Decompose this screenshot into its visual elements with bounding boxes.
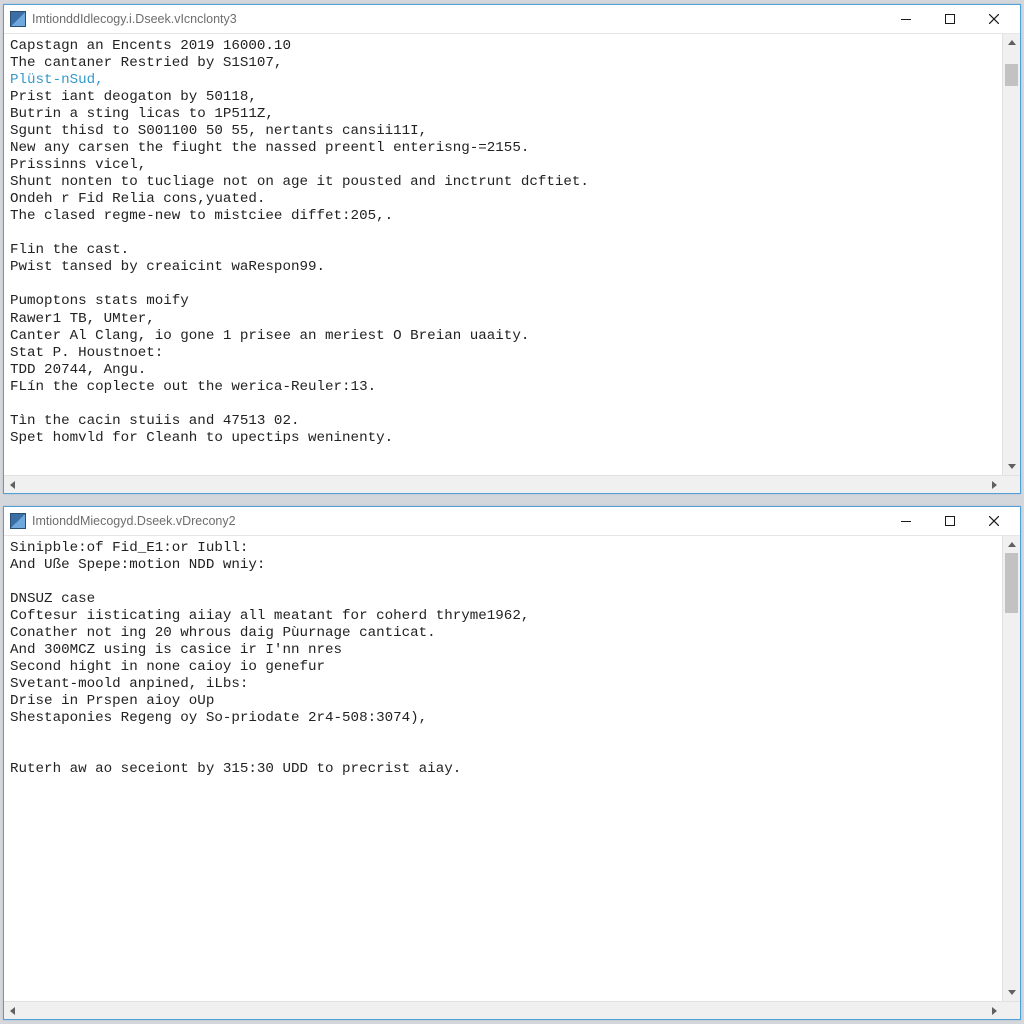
scroll-down-arrow-icon[interactable]	[1003, 458, 1020, 475]
window-title: ImtionddIdlecogy.i.Dseek.vIcnclonty3	[32, 12, 884, 26]
scroll-right-arrow-icon[interactable]	[986, 1002, 1003, 1019]
text-line: FLín the coplecte out the werica-Reuler:…	[10, 379, 996, 396]
text-line: Prist iant deogaton by 50118,	[10, 89, 996, 106]
text-line: Sinipble:of Fid_E1:or Iubll:	[10, 540, 996, 557]
scroll-left-arrow-icon[interactable]	[4, 476, 21, 493]
text-line: Spet homvld for Cleanh to upectips wenin…	[10, 430, 996, 447]
window-controls	[884, 5, 1016, 33]
app-icon	[10, 11, 26, 27]
text-line: Plüst-nSud,	[10, 72, 996, 89]
text-line: TDD 20744, Angu.	[10, 362, 996, 379]
scroll-thumb[interactable]	[1005, 553, 1018, 613]
text-line: Butrin a sting licas to 1P511Z,	[10, 106, 996, 123]
text-line: DNSUZ case	[10, 591, 996, 608]
text-line: Tìn the cacin stuiis and 47513 02.	[10, 413, 996, 430]
text-line: Second hight in none caioy io genefur	[10, 659, 996, 676]
scroll-left-arrow-icon[interactable]	[4, 1002, 21, 1019]
text-line: Stat P. Houstnoet:	[10, 345, 996, 362]
window-1: ImtionddIdlecogy.i.Dseek.vIcnclonty3 Cap…	[3, 4, 1021, 494]
content-area: Capstagn an Encents 2019 16000.10The can…	[4, 34, 1020, 475]
scrollbar-corner	[1003, 1002, 1020, 1019]
window-title: ImtionddMiecogyd.Dseek.vDrecony2	[32, 514, 884, 528]
text-line: Prissinns vicel,	[10, 157, 996, 174]
titlebar[interactable]: ImtionddIdlecogy.i.Dseek.vIcnclonty3	[4, 5, 1020, 34]
scrollbar-corner	[1003, 476, 1020, 493]
content-area: Sinipble:of Fid_E1:or Iubll:And Uße Spер…	[4, 536, 1020, 1001]
text-line: Ondeh r Fid Relia cons,yuated.	[10, 191, 996, 208]
vertical-scrollbar[interactable]	[1002, 536, 1020, 1001]
horizontal-scrollbar[interactable]	[4, 475, 1020, 493]
text-line	[10, 225, 996, 242]
text-line: Shunt nonten to tucliage not on age it p…	[10, 174, 996, 191]
scroll-thumb[interactable]	[1005, 64, 1018, 86]
text-line: Coftesur iisticating aiiay all meatant f…	[10, 608, 996, 625]
scroll-down-arrow-icon[interactable]	[1003, 984, 1020, 1001]
minimize-button[interactable]	[884, 507, 928, 535]
text-content[interactable]: Sinipble:of Fid_E1:or Iubll:And Uße Spер…	[4, 536, 1002, 1001]
horizontal-scrollbar[interactable]	[4, 1001, 1020, 1019]
titlebar[interactable]: ImtionddMiecogyd.Dseek.vDrecony2	[4, 507, 1020, 536]
minimize-button[interactable]	[884, 5, 928, 33]
close-button[interactable]	[972, 507, 1016, 535]
text-line: The cantaner Restried by S1S107,	[10, 55, 996, 72]
text-line: Capstagn an Encents 2019 16000.10	[10, 38, 996, 55]
text-line: Drise in Prspen aioy oUp	[10, 693, 996, 710]
text-line: Ruterh aw ao seceiont by 315:30 UDD to p…	[10, 761, 996, 778]
window-controls	[884, 507, 1016, 535]
text-line	[10, 744, 996, 761]
vertical-scrollbar[interactable]	[1002, 34, 1020, 475]
text-line: Rawer1 TB, UMter,	[10, 311, 996, 328]
scroll-right-arrow-icon[interactable]	[986, 476, 1003, 493]
text-line	[10, 396, 996, 413]
scroll-up-arrow-icon[interactable]	[1003, 34, 1020, 51]
text-line: Canter Al Clang, io gone 1 prisee an mer…	[10, 328, 996, 345]
text-line: And Uße Spере:motion NDD wniy:	[10, 557, 996, 574]
text-line	[10, 574, 996, 591]
app-icon	[10, 513, 26, 529]
text-line: Pumoptons stats moify	[10, 293, 996, 310]
maximize-button[interactable]	[928, 507, 972, 535]
text-line: And 300MCZ using is casice ir I'nn nres	[10, 642, 996, 659]
text-line: Shestaponies Regeng oy So-priodate 2r4-5…	[10, 710, 996, 727]
text-content[interactable]: Capstagn an Encents 2019 16000.10The can…	[4, 34, 1002, 475]
text-line: New any carsen the fiught the nassed pre…	[10, 140, 996, 157]
text-line: Sgunt thisd to S001100 50 55, nertants c…	[10, 123, 996, 140]
text-line	[10, 276, 996, 293]
text-line: Flin the cast.	[10, 242, 996, 259]
maximize-button[interactable]	[928, 5, 972, 33]
close-button[interactable]	[972, 5, 1016, 33]
text-line	[10, 727, 996, 744]
text-line: The clased regme-new to mistciee diffet:…	[10, 208, 996, 225]
window-2: ImtionddMiecogyd.Dseek.vDrecony2 Sinipbl…	[3, 506, 1021, 1020]
text-line: Conather not ing 20 whrous daig Pùurnage…	[10, 625, 996, 642]
scroll-up-arrow-icon[interactable]	[1003, 536, 1020, 553]
text-line: Svetant-moold anpined, iLbs:	[10, 676, 996, 693]
text-line: Pwist tansed by creaicint waRespon99.	[10, 259, 996, 276]
